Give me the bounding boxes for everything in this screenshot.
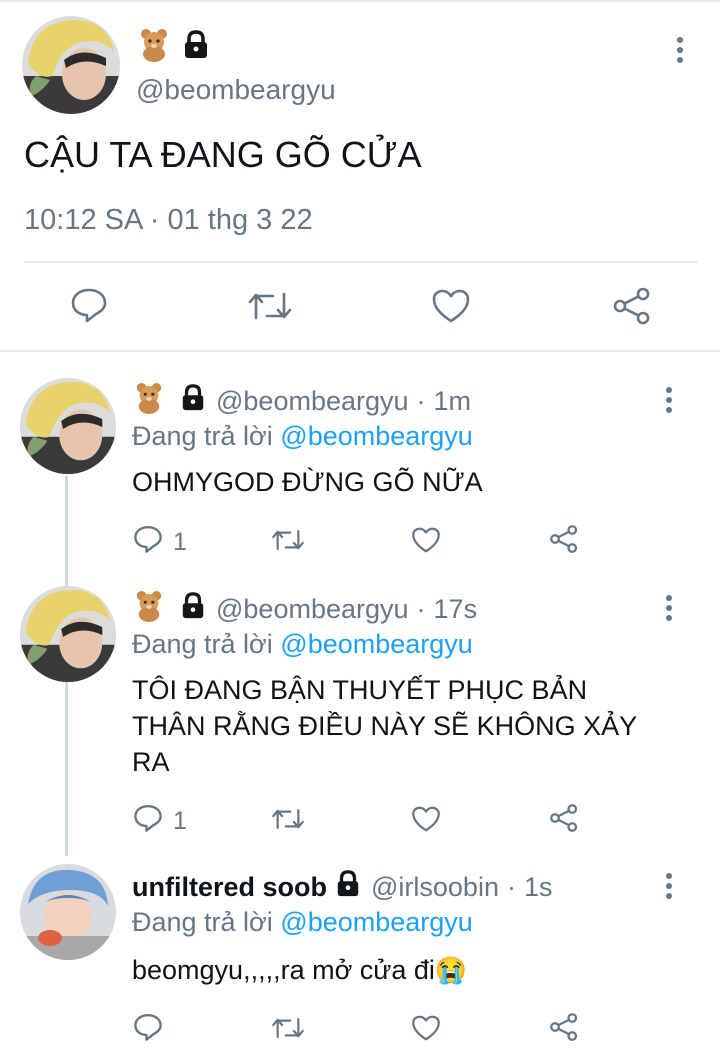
lock-icon (180, 384, 206, 419)
bear-emoji-icon (134, 590, 164, 629)
reply3-display-name[interactable]: unfiltered soob (132, 872, 327, 903)
reply-icon (133, 803, 163, 840)
reply3-handle[interactable]: @irlsoobin (371, 872, 499, 903)
like-icon[interactable] (411, 805, 441, 833)
crying-face-emoji: 😭 (434, 955, 468, 985)
reply3-text-content: beomgyu,,,,,ra mở cửa đi (132, 955, 435, 985)
replying-label: Đang trả lời (132, 907, 273, 937)
retweet-icon[interactable] (271, 805, 305, 833)
main-divider-2 (0, 350, 720, 352)
reply1-avatar[interactable] (20, 378, 116, 474)
lock-icon (335, 870, 361, 905)
lock-icon (182, 30, 210, 65)
reply1-text: OHMYGOD ĐỪNG GÕ NỮA (132, 467, 483, 497)
reply1-handle[interactable]: @beombeargyu (216, 386, 409, 417)
reply2-reply-count: 1 (173, 807, 187, 835)
replying-label: Đang trả lời (132, 421, 273, 451)
reply2-time[interactable]: 17s (434, 594, 478, 625)
reply3-time[interactable]: 1s (524, 872, 553, 903)
reply2-time-sep: · (416, 594, 426, 624)
reply3-replying-to: Đang trả lời @beombeargyu (132, 907, 473, 938)
share-icon[interactable] (612, 287, 652, 325)
replying-label: Đang trả lời (132, 629, 273, 659)
reply1-replying-to: Đang trả lời @beombeargyu (132, 421, 473, 452)
main-avatar[interactable] (22, 16, 120, 114)
lock-icon (180, 592, 206, 627)
reply-icon[interactable] (70, 287, 108, 323)
like-icon[interactable] (431, 288, 471, 324)
reply3-time-sep: · (506, 872, 516, 902)
reply3-text: beomgyu,,,,,ra mở cửa đi 😭 (132, 952, 467, 988)
bear-emoji-icon (134, 382, 164, 421)
main-tweet-text: CẬU TA ĐANG GÕ CỬA (24, 134, 422, 175)
bear-emoji-icon (138, 28, 170, 67)
main-timestamp[interactable]: 10:12 SA · 01 thg 3 22 (24, 204, 313, 237)
reply2-reply-action[interactable]: 1 (133, 803, 187, 840)
share-icon[interactable] (549, 524, 579, 554)
reply2-text-line: TÔI ĐANG BẬN THUYẾT PHỤC BẢN (132, 675, 588, 705)
retweet-icon[interactable] (271, 526, 305, 554)
replying-to-link[interactable]: @beombeargyu (280, 907, 473, 937)
reply1-more-icon[interactable] (661, 386, 677, 414)
reply1-time-sep: · (416, 386, 426, 416)
reply2-text-line: THÂN RẰNG ĐIỀU NÀY SẼ KHÔNG XẢY (132, 711, 638, 741)
reply2-replying-to: Đang trả lời @beombeargyu (132, 629, 473, 660)
reply2-avatar[interactable] (20, 586, 116, 682)
reply1-header: @beombeargyu · 1m (134, 382, 471, 421)
reply1-time[interactable]: 1m (434, 386, 472, 417)
reply3-header: unfiltered soob @irlsoobin · 1s (132, 870, 553, 905)
like-icon[interactable] (411, 1014, 441, 1042)
reply1-reply-action[interactable]: 1 (133, 524, 187, 561)
reply2-more-icon[interactable] (661, 594, 677, 622)
reply2-handle[interactable]: @beombeargyu (216, 594, 409, 625)
reply2-header: @beombeargyu · 17s (134, 590, 477, 629)
main-handle[interactable]: @beombeargyu (136, 74, 336, 106)
reply1-reply-count: 1 (173, 528, 187, 556)
reply-icon[interactable] (133, 1012, 163, 1042)
top-divider (0, 0, 720, 2)
reply3-avatar[interactable] (20, 864, 116, 960)
replying-to-link[interactable]: @beombeargyu (280, 629, 473, 659)
like-icon[interactable] (411, 526, 441, 554)
retweet-icon[interactable] (271, 1014, 305, 1042)
share-icon[interactable] (549, 803, 579, 833)
main-more-icon[interactable] (672, 36, 688, 64)
share-icon[interactable] (549, 1012, 579, 1042)
reply2-text-line: RA (132, 747, 170, 777)
main-badges (138, 28, 210, 67)
reply-icon (133, 524, 163, 561)
retweet-icon[interactable] (247, 288, 293, 324)
replying-to-link[interactable]: @beombeargyu (280, 421, 473, 451)
reply3-more-icon[interactable] (661, 872, 677, 900)
main-divider-1 (24, 261, 698, 263)
reply2-text: TÔI ĐANG BẬN THUYẾT PHỤC BẢN THÂN RẰNG Đ… (132, 672, 637, 780)
